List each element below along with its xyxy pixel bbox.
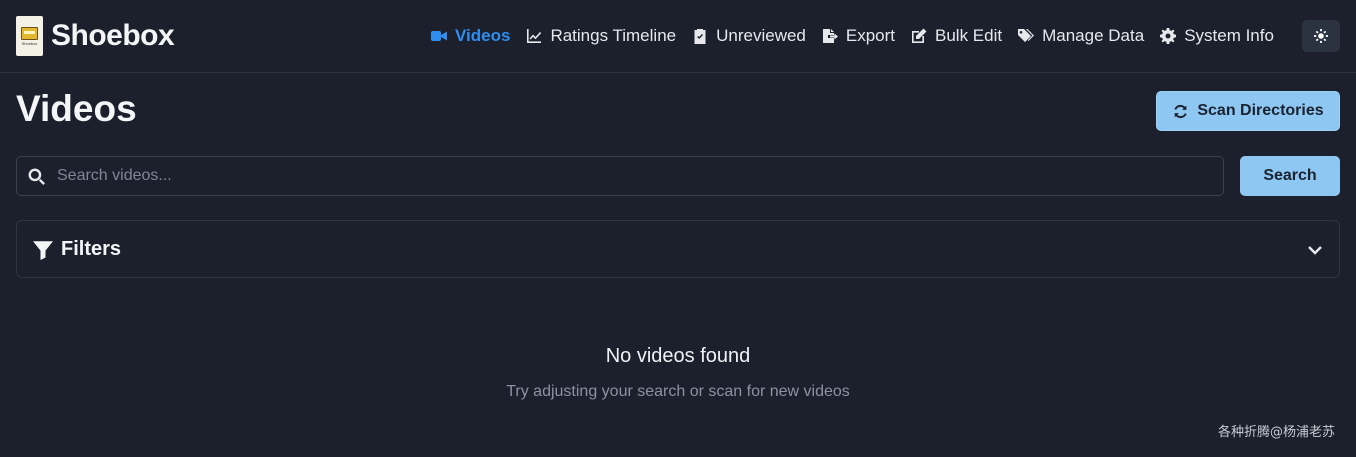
filter-icon (33, 241, 53, 260)
chevron-down-icon[interactable] (1307, 242, 1323, 258)
nav-item-label: Ratings Timeline (550, 26, 677, 45)
nav-item-unreviewed[interactable]: Unreviewed (692, 26, 806, 46)
page-title: Videos (16, 88, 137, 129)
filters-title: Filters (61, 238, 122, 260)
nav-item-videos[interactable]: Videos (431, 26, 510, 46)
tags-icon (1018, 29, 1035, 42)
watermark: 各种折腾@杨浦老苏 (1217, 425, 1335, 440)
nav-item-label: Export (845, 26, 896, 45)
nav-item-label: System Info (1184, 26, 1274, 45)
logo-text: Shoebox (21, 40, 38, 46)
nav-item-bulk-edit[interactable]: Bulk Edit (911, 26, 1002, 46)
nav-item-ratings-timeline[interactable]: Ratings Timeline (526, 26, 676, 46)
nav-item-label: Bulk Edit (935, 26, 1003, 45)
refresh-icon (1174, 104, 1188, 118)
empty-state-subtitle: Try adjusting your search or scan for ne… (506, 383, 850, 400)
app-name: Shoebox (51, 19, 175, 52)
nav-item-label: Unreviewed (716, 26, 806, 45)
search-field[interactable] (16, 156, 1224, 196)
nav-item-manage-data[interactable]: Manage Data (1018, 26, 1144, 46)
gear-icon (1160, 28, 1177, 44)
empty-state-title: No videos found (605, 345, 751, 367)
edit-icon (912, 28, 927, 43)
nav-item-label: Manage Data (1042, 26, 1145, 45)
main-nav: Videos Ratings Timeline Unreviewed Expor… (431, 24, 1274, 48)
search-input[interactable] (57, 157, 1217, 195)
video-camera-icon (431, 31, 447, 41)
file-export-icon (822, 29, 838, 43)
filters-panel[interactable]: Filters (16, 220, 1340, 278)
box-icon (21, 26, 38, 40)
scan-button-label: Scan Directories (1197, 102, 1324, 119)
nav-item-label: Videos (455, 26, 511, 45)
sun-icon (1314, 29, 1328, 43)
clipboard-check-icon (694, 29, 706, 44)
brand[interactable]: Shoebox Shoebox (16, 16, 175, 56)
nav-item-export[interactable]: Export (822, 26, 895, 46)
top-navbar: Shoebox Shoebox Videos Ratings Timeline … (0, 0, 1356, 73)
line-chart-icon (527, 29, 542, 43)
shoebox-logo: Shoebox (16, 16, 43, 56)
scan-directories-button[interactable]: Scan Directories (1156, 91, 1340, 131)
search-button[interactable]: Search (1240, 156, 1340, 196)
theme-toggle-button[interactable] (1302, 20, 1340, 52)
search-icon (28, 168, 45, 185)
nav-item-system-info[interactable]: System Info (1160, 26, 1274, 46)
